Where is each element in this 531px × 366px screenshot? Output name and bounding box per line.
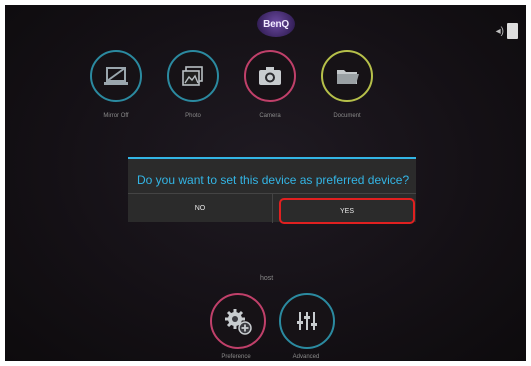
photo-icon: [182, 66, 203, 86]
no-button[interactable]: NO: [128, 194, 273, 223]
settings-label: Advanced: [292, 354, 320, 360]
logo-text: BenQ: [263, 18, 289, 30]
preferred-device-dialog: Do you want to set this device as prefer…: [128, 157, 416, 224]
preference-button[interactable]: [210, 293, 266, 349]
status-area: ◂): [496, 23, 518, 39]
dialog-buttons: NO YES: [128, 193, 416, 224]
photo-button[interactable]: [167, 50, 219, 102]
monitor-off-icon: [104, 67, 128, 85]
sliders-icon: [297, 312, 317, 330]
app-label: Document: [333, 113, 361, 119]
folder-icon: [337, 70, 359, 84]
app-label: Mirror Off: [103, 113, 129, 119]
gear-plus-icon: [225, 309, 252, 335]
mirror-off-button[interactable]: [90, 50, 142, 102]
app-label: Photo: [185, 113, 201, 119]
camera-button[interactable]: [244, 50, 296, 102]
app-label: Camera: [259, 113, 281, 119]
advanced-button[interactable]: [279, 293, 335, 349]
app-screen: BenQ ◂) Mirror Off Photo Camera Document…: [5, 5, 526, 361]
settings-label: Preference: [221, 354, 251, 360]
document-button[interactable]: [321, 50, 373, 102]
camera-icon: [259, 67, 281, 85]
benq-logo: BenQ: [257, 11, 295, 37]
dialog-question: Do you want to set this device as prefer…: [137, 173, 410, 187]
yes-button[interactable]: YES: [279, 198, 415, 224]
battery-icon: [507, 23, 518, 39]
host-label: host: [260, 275, 274, 282]
signal-icon: ◂): [495, 25, 504, 37]
